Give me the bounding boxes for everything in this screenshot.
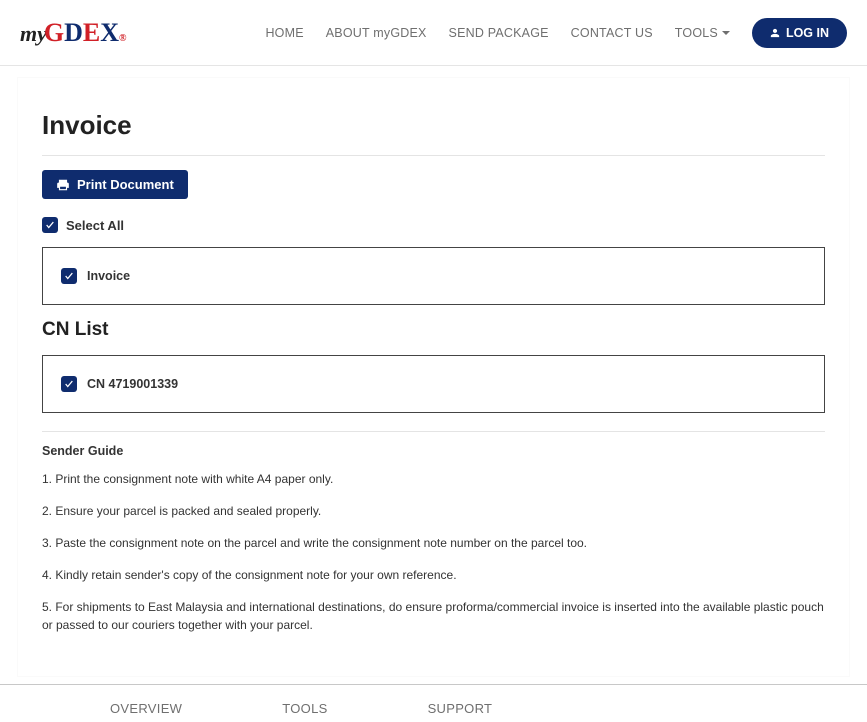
footer-support[interactable]: SUPPORT	[428, 701, 493, 716]
select-all-checkbox[interactable]	[42, 217, 58, 233]
divider-guide	[42, 431, 825, 432]
guide-line-2: 2. Ensure your parcel is packed and seal…	[42, 502, 825, 520]
guide-line-5: 5. For shipments to East Malaysia and in…	[42, 598, 825, 634]
logo-x: X	[100, 20, 119, 46]
login-label: LOG IN	[786, 26, 829, 40]
nav-contact[interactable]: CONTACT US	[571, 26, 653, 40]
cn-item-label: CN 4719001339	[87, 377, 178, 391]
guide-line-3: 3. Paste the consignment note on the par…	[42, 534, 825, 552]
caret-down-icon	[722, 31, 730, 35]
check-icon	[64, 271, 74, 281]
nav-about[interactable]: ABOUT myGDEX	[326, 26, 427, 40]
invoice-item-label: Invoice	[87, 269, 130, 283]
select-all-label: Select All	[66, 218, 124, 233]
page-title: Invoice	[42, 110, 825, 141]
nav-tools-dropdown[interactable]: TOOLS	[675, 26, 730, 40]
logo-d: D	[64, 20, 83, 46]
select-all-row: Select All	[42, 217, 825, 233]
logo-e: E	[83, 20, 100, 46]
nav-send[interactable]: SEND PACKAGE	[449, 26, 549, 40]
print-button-label: Print Document	[77, 177, 174, 192]
cn-item-row: CN 4719001339	[42, 355, 825, 413]
divider-top	[42, 155, 825, 156]
check-icon	[64, 379, 74, 389]
logo-my: my	[20, 23, 47, 45]
user-icon	[770, 27, 780, 39]
invoice-checkbox[interactable]	[61, 268, 77, 284]
footer-tools[interactable]: TOOLS	[282, 701, 327, 716]
check-icon	[45, 220, 55, 230]
nav-tools-label: TOOLS	[675, 26, 718, 40]
login-button[interactable]: LOG IN	[752, 18, 847, 48]
page-container: Invoice Print Document Select All Invoic…	[0, 66, 867, 676]
main-nav: HOME ABOUT myGDEX SEND PACKAGE CONTACT U…	[265, 18, 847, 48]
guide-line-1: 1. Print the consignment note with white…	[42, 470, 825, 488]
top-navbar: my G D E X ® HOME ABOUT myGDEX SEND PACK…	[0, 0, 867, 66]
content-card: Invoice Print Document Select All Invoic…	[18, 78, 849, 676]
print-document-button[interactable]: Print Document	[42, 170, 188, 199]
cn-checkbox[interactable]	[61, 376, 77, 392]
nav-home[interactable]: HOME	[265, 26, 303, 40]
footer: OVERVIEW TOOLS SUPPORT	[0, 684, 867, 722]
brand-logo[interactable]: my G D E X ®	[20, 20, 127, 46]
invoice-item-row: Invoice	[42, 247, 825, 305]
sender-guide-title: Sender Guide	[42, 444, 825, 458]
cn-list-title: CN List	[42, 319, 825, 341]
logo-g: G	[44, 20, 64, 46]
footer-overview[interactable]: OVERVIEW	[110, 701, 182, 716]
guide-line-4: 4. Kindly retain sender's copy of the co…	[42, 566, 825, 584]
logo-reg-mark: ®	[119, 34, 126, 44]
print-icon	[56, 178, 70, 192]
